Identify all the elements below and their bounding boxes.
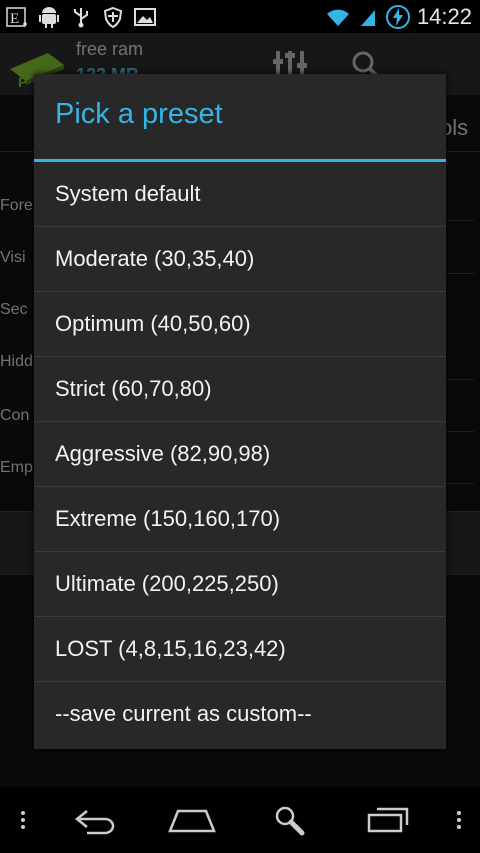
preset-item-system-default[interactable]: System default xyxy=(34,162,446,227)
svg-text:E: E xyxy=(10,11,19,27)
preset-list: System default Moderate (30,35,40) Optim… xyxy=(34,162,446,746)
status-bar-system: 14:22 xyxy=(325,4,480,30)
preset-item-optimum[interactable]: Optimum (40,50,60) xyxy=(34,292,446,357)
preset-item-label: Optimum (40,50,60) xyxy=(55,311,251,336)
image-icon xyxy=(134,6,156,28)
usb-icon xyxy=(70,6,92,28)
preset-item-lost[interactable]: LOST (4,8,15,16,23,42) xyxy=(34,617,446,682)
preset-dialog: Pick a preset System default Moderate (3… xyxy=(34,74,446,749)
signal-icon xyxy=(357,6,379,28)
search-icon[interactable] xyxy=(258,787,322,853)
navigation-bar xyxy=(0,787,480,853)
preset-item-label: Strict (60,70,80) xyxy=(55,376,212,401)
preset-item-aggressive[interactable]: Aggressive (82,90,98) xyxy=(34,422,446,487)
preset-item-ultimate[interactable]: Ultimate (200,225,250) xyxy=(34,552,446,617)
back-icon[interactable] xyxy=(62,787,126,853)
preset-item-label: LOST (4,8,15,16,23,42) xyxy=(55,636,286,661)
preset-item-label: Extreme (150,160,170) xyxy=(55,506,281,531)
e-notification-icon: E xyxy=(6,6,28,28)
status-time: 14:22 xyxy=(416,3,472,29)
dialog-title: Pick a preset xyxy=(55,98,223,130)
preset-item-label: System default xyxy=(55,181,201,206)
preset-item-label: Aggressive (82,90,98) xyxy=(55,441,271,466)
screen: E 14:22 P free ram ols Fore Visi Sec Hid… xyxy=(0,0,480,853)
battery-charging-icon xyxy=(385,4,411,29)
overflow-menu-icon[interactable] xyxy=(444,787,474,853)
recent-apps-icon[interactable] xyxy=(356,787,420,853)
preset-item-label: --save current as custom-- xyxy=(55,701,312,726)
preset-item-label: Moderate (30,35,40) xyxy=(55,246,255,271)
android-icon xyxy=(38,6,60,28)
preset-item-extreme[interactable]: Extreme (150,160,170) xyxy=(34,487,446,552)
menu-icon[interactable] xyxy=(8,787,38,853)
shield-icon xyxy=(102,6,124,28)
status-bar: E 14:22 xyxy=(0,0,480,33)
preset-item-strict[interactable]: Strict (60,70,80) xyxy=(34,357,446,422)
status-bar-notifications: E xyxy=(0,6,156,28)
home-icon[interactable] xyxy=(160,787,224,853)
preset-item-label: Ultimate (200,225,250) xyxy=(55,571,279,596)
wifi-icon xyxy=(325,6,351,28)
preset-item-save-custom[interactable]: --save current as custom-- xyxy=(34,682,446,746)
preset-item-moderate[interactable]: Moderate (30,35,40) xyxy=(34,227,446,292)
